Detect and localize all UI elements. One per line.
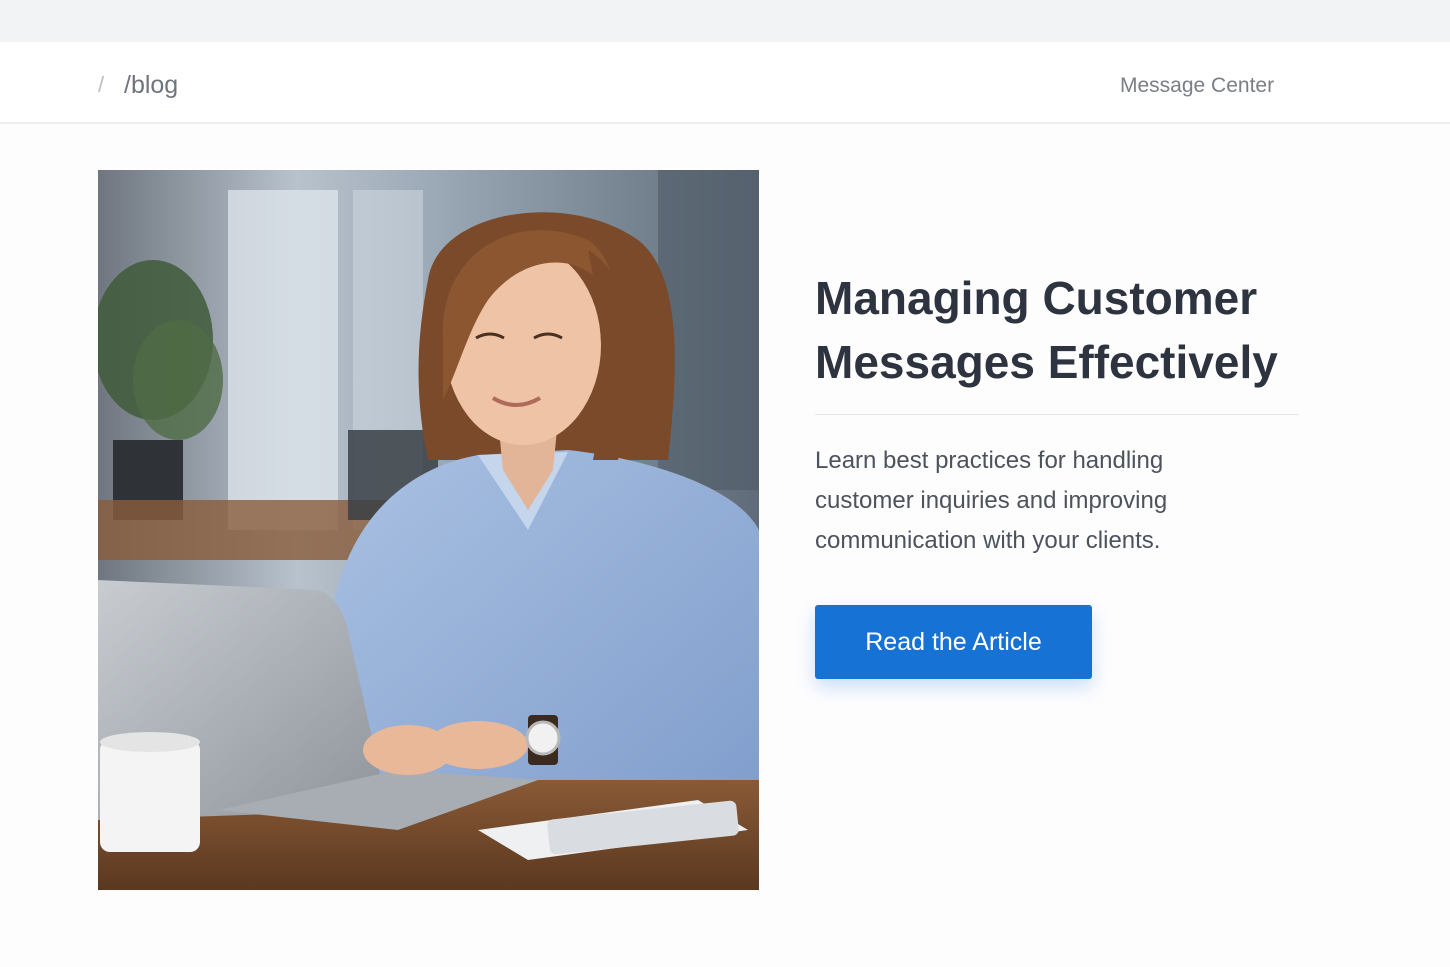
article-hero: Managing Customer Messages Effectively L… [0,124,1450,967]
article-title: Managing Customer Messages Effectively [815,266,1295,394]
read-article-button[interactable]: Read the Article [815,605,1092,679]
article-description: Learn best practices for handling custom… [815,441,1275,561]
title-divider [815,414,1299,415]
article-description-line: customer inquiries and improving [815,487,1168,514]
article-description-line: communication with your clients. [815,527,1161,554]
browser-top-strip [0,0,1450,42]
article-image [98,170,759,890]
site-header: / /blog Message Center [0,42,1450,124]
article-title-line: Messages Effectively [815,336,1278,388]
breadcrumb-separator: / [98,72,105,97]
article-title-line: Managing Customer [815,272,1258,324]
woman-at-laptop-photo [98,170,759,890]
article-description-line: Learn best practices for handling [815,447,1164,474]
message-center-link[interactable]: Message Center [1120,74,1274,98]
breadcrumb-blog-link[interactable]: /blog [124,71,178,100]
